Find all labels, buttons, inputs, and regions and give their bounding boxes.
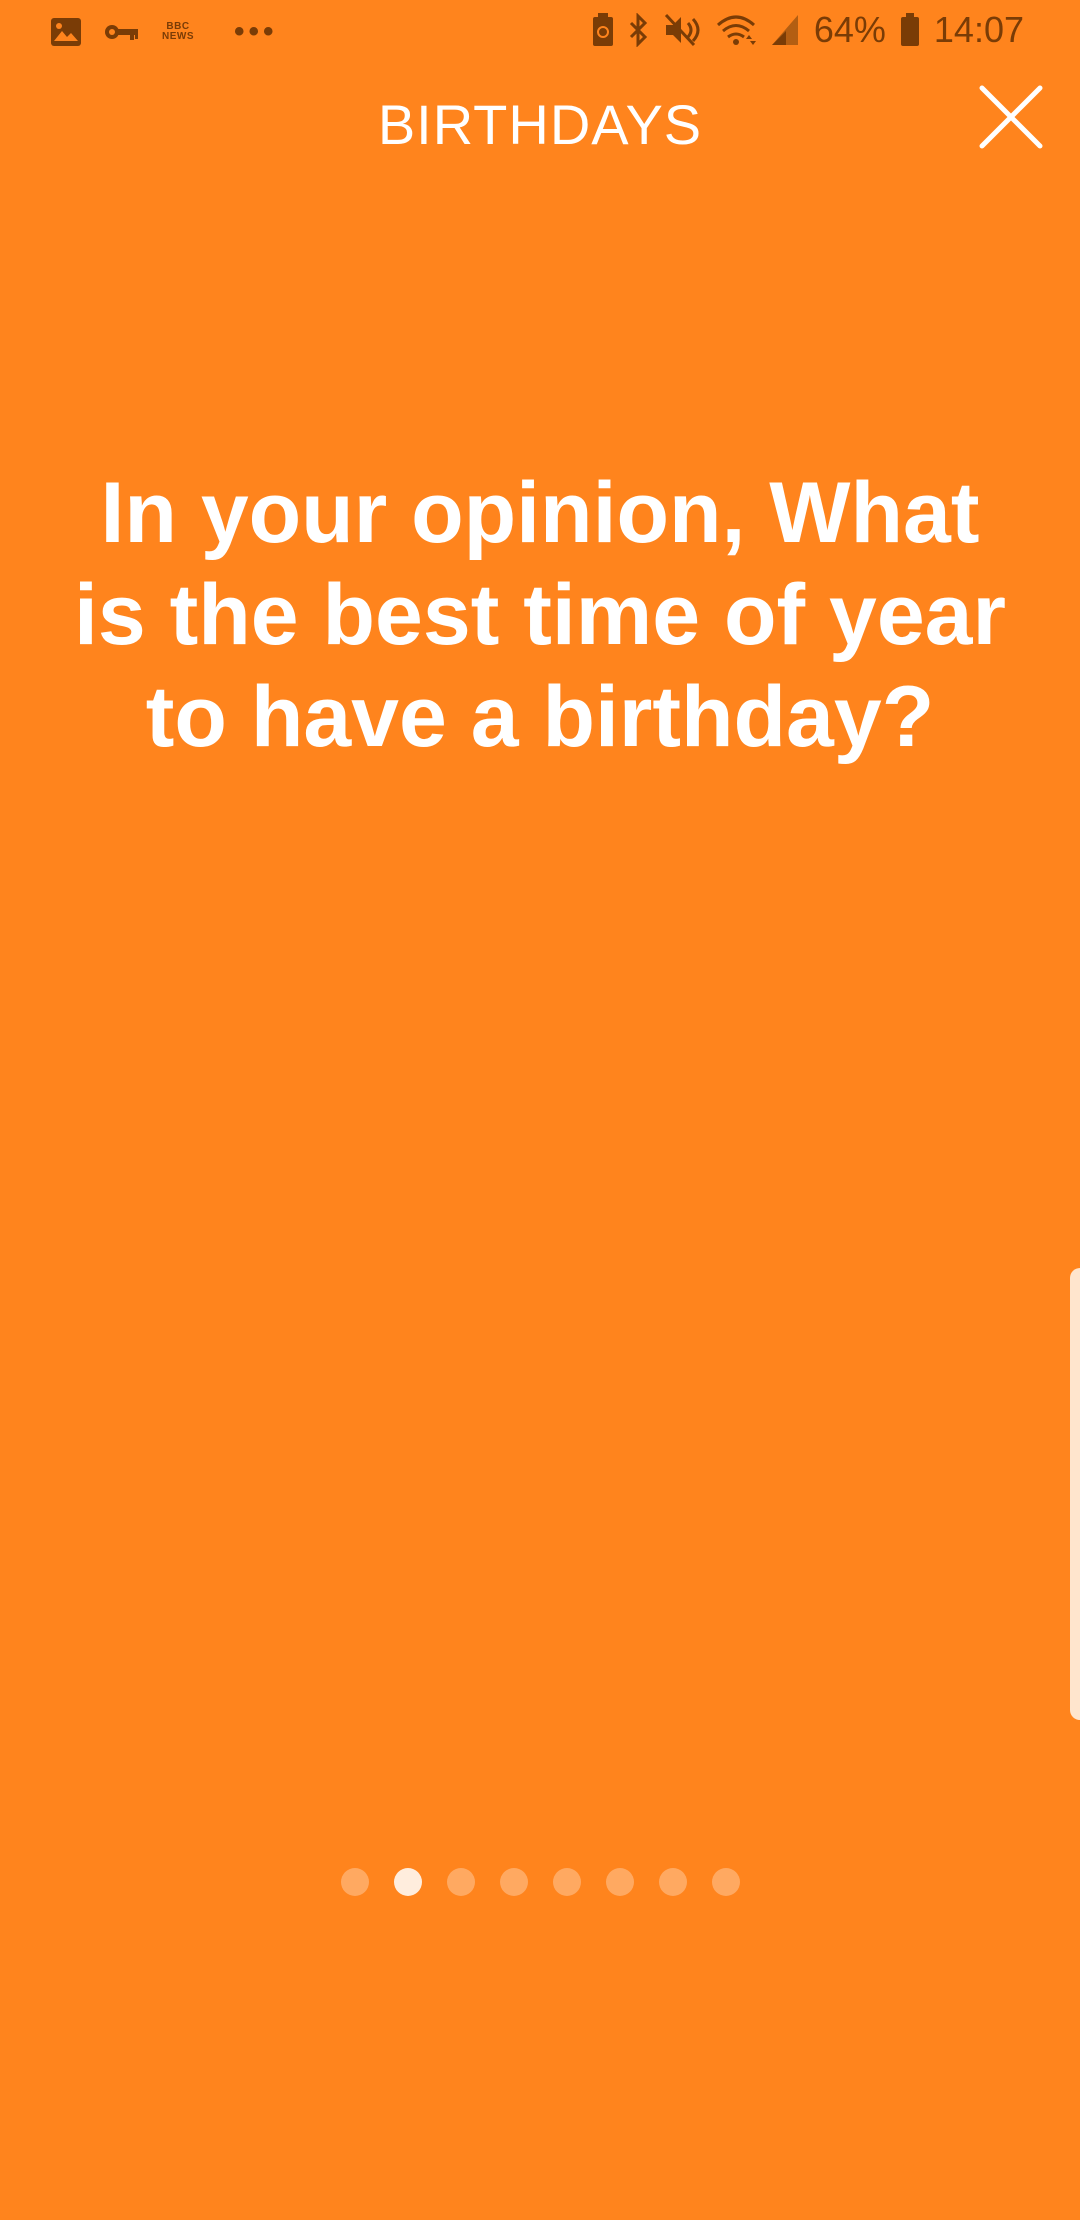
mute-icon xyxy=(664,12,702,48)
close-button[interactable] xyxy=(978,84,1044,150)
close-icon xyxy=(979,85,1043,149)
signal-icon xyxy=(770,12,800,48)
battery-saver-icon xyxy=(592,12,614,48)
page-dot[interactable] xyxy=(340,1868,369,1896)
image-icon xyxy=(50,14,82,50)
page-dot[interactable] xyxy=(711,1868,740,1896)
page-dot[interactable] xyxy=(658,1868,687,1896)
page-dot[interactable] xyxy=(499,1868,528,1896)
key-icon xyxy=(104,14,140,50)
page-dot[interactable] xyxy=(446,1868,475,1896)
page-dot-active[interactable] xyxy=(393,1868,422,1896)
battery-icon xyxy=(900,12,920,48)
wifi-icon xyxy=(716,12,756,48)
bbc-news-icon: BBC NEWS xyxy=(162,22,194,42)
question-text: In your opinion, What is the best time o… xyxy=(74,465,1006,765)
more-notifications-icon: ••• xyxy=(234,15,278,48)
status-bar-right: 64% 14:07 xyxy=(592,10,1024,50)
page-dot[interactable] xyxy=(552,1868,581,1896)
status-bar: BBC NEWS ••• 64% 14:07 xyxy=(0,0,1080,64)
page-indicator[interactable] xyxy=(0,1868,1080,1896)
page-dot[interactable] xyxy=(605,1868,634,1896)
status-bar-left: BBC NEWS ••• xyxy=(50,14,278,50)
page-title: BIRTHDAYS xyxy=(377,93,703,156)
scroll-handle[interactable] xyxy=(1070,1268,1080,1720)
battery-percent: 64% xyxy=(813,9,886,50)
bluetooth-icon xyxy=(628,12,650,48)
clock: 14:07 xyxy=(933,9,1024,50)
news-label: NEWS xyxy=(162,31,194,42)
